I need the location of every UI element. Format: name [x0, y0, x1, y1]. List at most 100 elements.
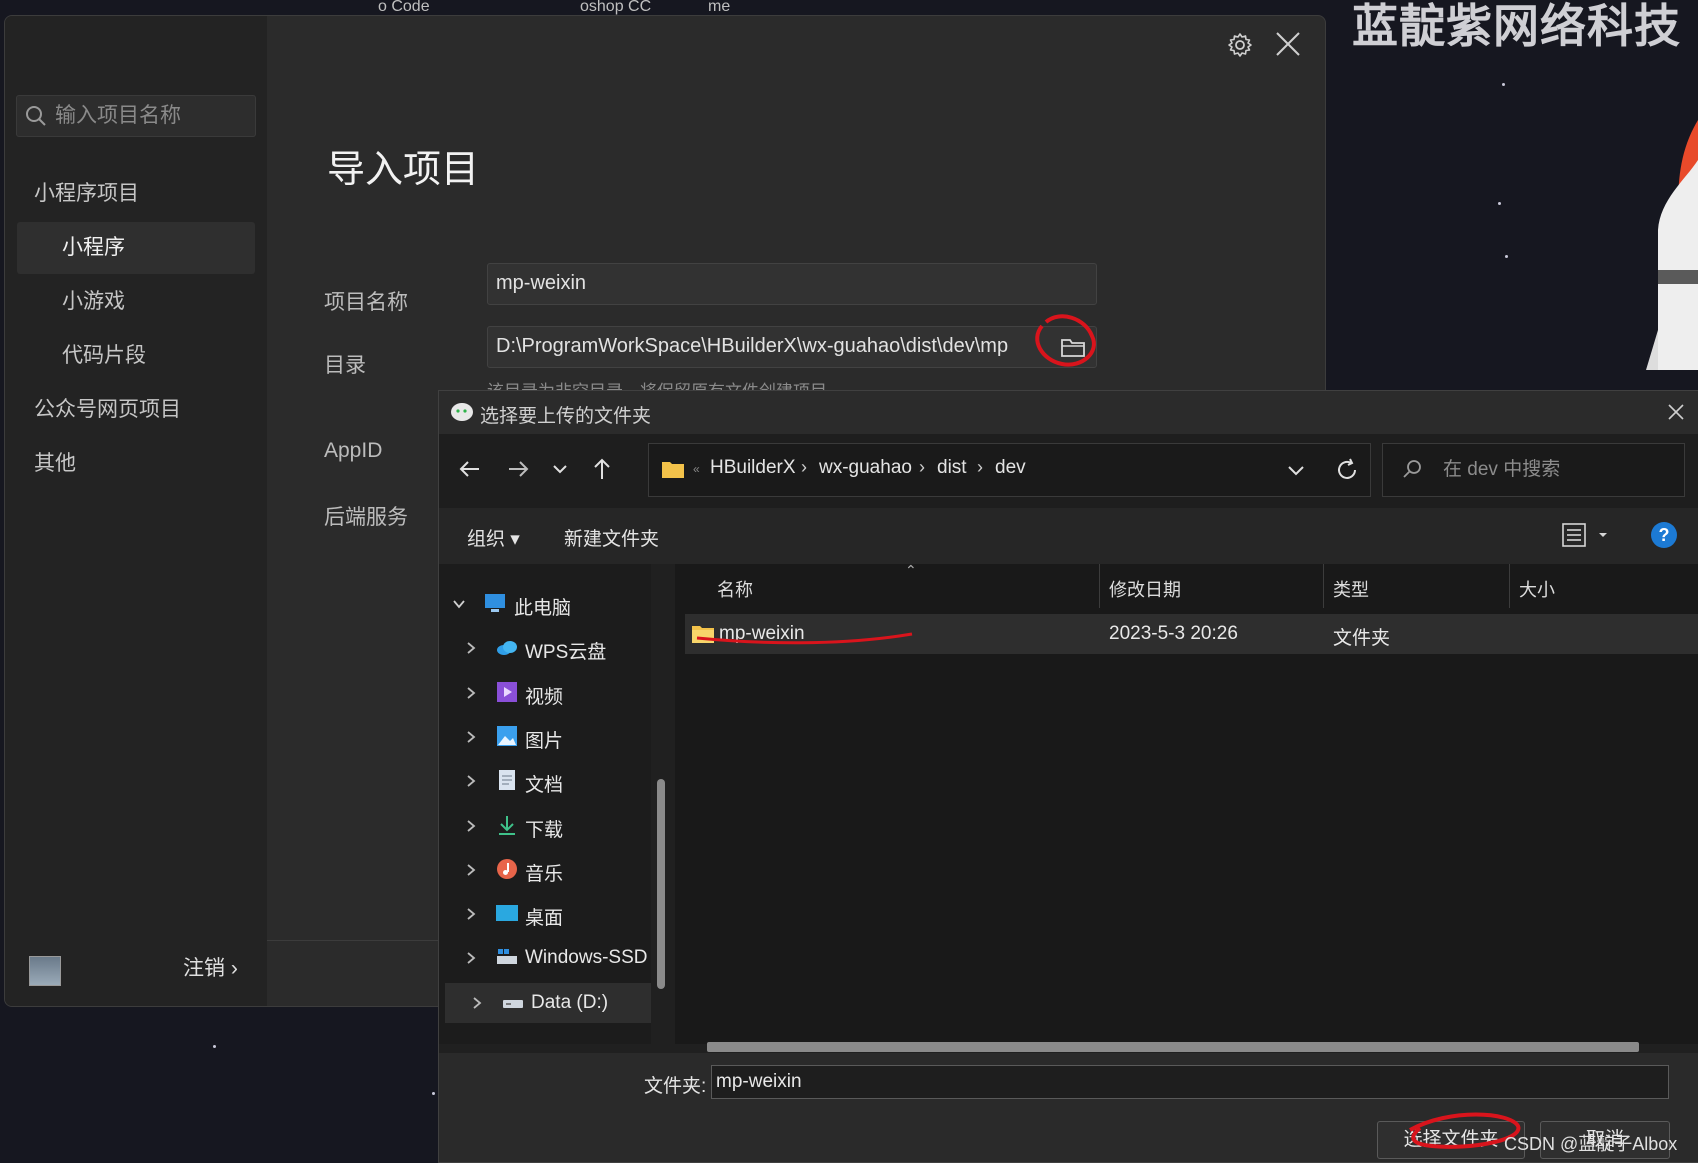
help-button[interactable]: ?: [1651, 522, 1677, 548]
tree-item-downloads[interactable]: 下载: [439, 806, 649, 846]
dialog-toolbar: 组织 ▾ 新建文件夹 ?: [439, 508, 1698, 564]
star: [1505, 255, 1508, 258]
column-header-size[interactable]: 大小: [1519, 576, 1555, 602]
tree-item-label: 此电脑: [514, 598, 572, 619]
breadcrumb-item[interactable]: dist: [937, 457, 967, 479]
dialog-title: 选择要上传的文件夹: [480, 406, 652, 427]
close-icon[interactable]: [1667, 403, 1685, 421]
tree-item-this-pc[interactable]: 此电脑: [439, 584, 649, 624]
folder-search-box[interactable]: [1382, 443, 1685, 497]
sidebar-item-official-account-web[interactable]: 公众号网页项目: [17, 384, 255, 436]
search-icon: [26, 106, 46, 126]
project-name-value: mp-weixin: [496, 272, 587, 294]
tree-item-desktop[interactable]: 桌面: [439, 894, 649, 934]
chevron-right-icon[interactable]: [470, 995, 484, 1011]
watermark: CSDN @蓝靛子Albox: [1504, 1134, 1678, 1154]
tree-scrollbar[interactable]: [657, 779, 665, 989]
music-icon: [497, 859, 517, 879]
column-header-name[interactable]: 名称: [717, 576, 753, 602]
chevron-right-icon[interactable]: [464, 773, 478, 789]
file-type: 文件夹: [1333, 628, 1391, 649]
chevron-right-icon[interactable]: [464, 906, 478, 922]
column-divider[interactable]: [1509, 564, 1510, 608]
refresh-icon[interactable]: [1334, 457, 1360, 483]
chevron-right-icon[interactable]: [464, 862, 478, 878]
navigation-bar: « HBuilderX › wx-guahao › dist › dev: [439, 434, 1698, 508]
up-arrow-icon[interactable]: [585, 452, 619, 486]
tree-item-label: 文档: [525, 775, 564, 796]
video-icon: [497, 682, 517, 702]
folder-name-input[interactable]: [711, 1065, 1669, 1099]
dialog-titlebar: 选择要上传的文件夹: [439, 391, 1698, 434]
tree-item-label: Windows-SSD: [525, 947, 648, 968]
breadcrumb-item[interactable]: HBuilderX: [710, 457, 796, 479]
star: [432, 1092, 435, 1095]
table-row[interactable]: mp-weixin 2023-5-3 20:26 文件夹: [685, 614, 1698, 654]
view-options-icon[interactable]: [1559, 520, 1615, 550]
folder-search-input[interactable]: [1441, 456, 1665, 484]
breadcrumb-item[interactable]: dev: [995, 457, 1026, 479]
column-divider[interactable]: [1099, 564, 1100, 608]
sidebar-item-code-snippet[interactable]: 代码片段: [17, 330, 255, 382]
tree-item-label: 视频: [525, 687, 564, 708]
forward-arrow-icon[interactable]: [501, 452, 535, 486]
user-avatar[interactable]: [29, 956, 61, 986]
tree-item-label: Data (D:): [531, 992, 609, 1013]
tree-item-windows-ssd[interactable]: Windows-SSD: [439, 938, 649, 978]
tree-item-music[interactable]: 音乐: [439, 850, 649, 890]
select-folder-button[interactable]: 选择文件夹: [1377, 1121, 1525, 1159]
back-arrow-icon[interactable]: [453, 452, 487, 486]
sidebar-item-minigame[interactable]: 小游戏: [17, 276, 255, 328]
chevron-right-icon[interactable]: [464, 729, 478, 745]
project-type-sidebar: 小程序项目 小程序 小游戏 代码片段 公众号网页项目 其他 注销 ›: [5, 16, 267, 1006]
appid-label: AppID: [324, 439, 383, 462]
star: [1502, 83, 1505, 86]
folder-picker-dialog: 选择要上传的文件夹 « HBuilderX › wx-guahao › dist…: [438, 390, 1698, 1163]
tree-item-wps-cloud[interactable]: WPS云盘: [439, 628, 649, 668]
file-name: mp-weixin: [719, 623, 805, 644]
folder-open-icon[interactable]: [1060, 336, 1086, 358]
background-tab: me: [708, 0, 731, 15]
gear-icon[interactable]: [1227, 32, 1253, 58]
address-breadcrumb[interactable]: « HBuilderX › wx-guahao › dist › dev: [648, 443, 1371, 497]
tree-item-pictures[interactable]: 图片: [439, 717, 649, 757]
drive-c-icon: [497, 949, 517, 964]
breadcrumb-item[interactable]: wx-guahao: [819, 457, 912, 479]
chevron-right-icon[interactable]: [464, 685, 478, 701]
close-icon[interactable]: [1274, 30, 1302, 58]
project-name-field[interactable]: mp-weixin: [487, 263, 1097, 305]
project-search-input[interactable]: [53, 102, 247, 130]
tree-item-data-d[interactable]: Data (D:): [445, 983, 651, 1023]
page-title: 导入项目: [327, 149, 480, 191]
tree-item-label: 下载: [525, 820, 564, 841]
chevron-right-icon[interactable]: [464, 640, 478, 656]
breadcrumb-separator: ›: [801, 457, 807, 477]
tree-item-label: 音乐: [525, 864, 564, 885]
sidebar-item-other[interactable]: 其他: [17, 438, 255, 490]
logout-button[interactable]: 注销 ›: [183, 952, 238, 982]
rocket-illustration: [1646, 120, 1698, 370]
breadcrumb-separator: ›: [919, 457, 925, 477]
organize-menu-button[interactable]: 组织 ▾: [467, 524, 520, 551]
tree-item-videos[interactable]: 视频: [439, 673, 649, 713]
project-search-box[interactable]: [16, 95, 256, 137]
sidebar-item-miniprogram-projects[interactable]: 小程序项目: [17, 168, 255, 220]
chevron-down-icon[interactable]: [452, 596, 466, 612]
new-folder-button[interactable]: 新建文件夹: [564, 524, 659, 551]
horizontal-scrollbar[interactable]: [707, 1042, 1639, 1052]
chevron-right-icon[interactable]: [464, 818, 478, 834]
wechat-devtools-app-icon: [451, 403, 473, 421]
recent-locations-chevron-icon[interactable]: [543, 452, 577, 486]
chevron-down-icon[interactable]: [1285, 459, 1307, 481]
file-list: ⌃ 名称 修改日期 类型 大小 mp-weixin 2023-5-3 20:26…: [675, 562, 1698, 1052]
folder-icon: [692, 626, 714, 643]
sidebar-item-miniprogram[interactable]: 小程序: [17, 222, 255, 274]
breadcrumb-separator: ›: [977, 457, 983, 477]
column-header-modified[interactable]: 修改日期: [1109, 576, 1181, 602]
chevron-right-icon[interactable]: [464, 950, 478, 966]
directory-field[interactable]: D:\ProgramWorkSpace\HBuilderX\wx-guahao\…: [487, 326, 1097, 368]
column-header-type[interactable]: 类型: [1333, 576, 1369, 602]
column-divider[interactable]: [1323, 564, 1324, 608]
star: [1498, 202, 1501, 205]
tree-item-documents[interactable]: 文档: [439, 761, 649, 801]
